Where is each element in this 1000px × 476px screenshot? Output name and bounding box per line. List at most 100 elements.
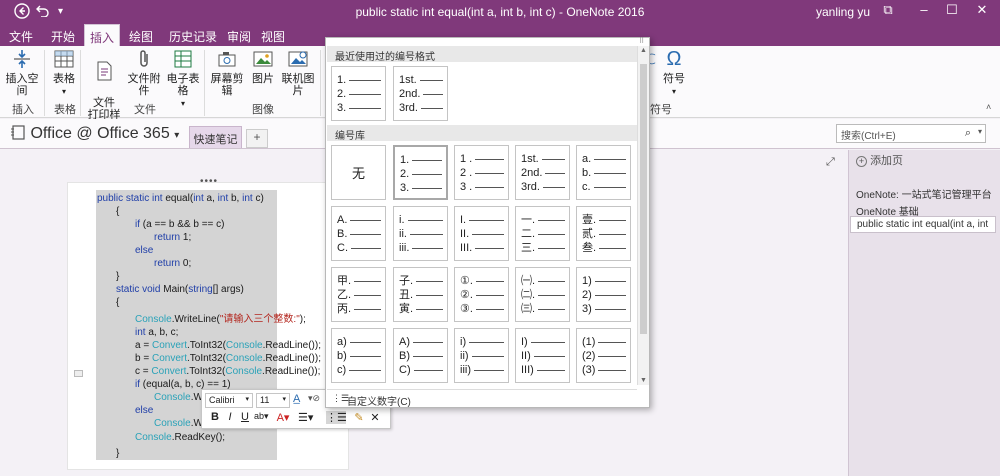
user-name[interactable]: yanling yu <box>816 5 870 19</box>
code-token: int <box>242 193 253 204</box>
code-line[interactable]: b = Convert.ToInt32(Console.ReadLine()); <box>135 352 321 365</box>
tab-home[interactable]: 开始 <box>46 24 80 46</box>
maximize-icon[interactable]: ☐ <box>940 2 964 18</box>
add-page-button[interactable]: + 添加页 <box>856 152 903 168</box>
clear-format-icon[interactable]: ▾⊘ <box>308 393 320 404</box>
section-tab-quick-notes[interactable]: 快速笔记 <box>189 126 242 148</box>
notebook-selector[interactable]: Office @ Office 365 ▾ <box>10 124 179 143</box>
font-size-select[interactable]: 11 ▾ <box>256 393 290 408</box>
code-line[interactable]: static void Main(string[] args) <box>116 283 244 296</box>
numbering-format-option[interactable]: A) B) C) <box>393 328 448 383</box>
numbering-format-option[interactable]: (1) (2) (3) <box>576 328 631 383</box>
numbering-format-option[interactable]: a) b) c) <box>331 328 386 383</box>
custom-numbering-option[interactable]: ⋮☰ 自定义数字(C) <box>327 389 637 408</box>
expand-page-icon[interactable]: ⤢ <box>826 156 835 169</box>
underline-button[interactable]: U <box>238 411 252 423</box>
numbering-format-option[interactable]: a. b. c. <box>576 145 631 200</box>
code-token: c = <box>135 366 152 377</box>
close-icon[interactable]: ✕ <box>970 2 994 18</box>
font-color-style-icon[interactable]: A̲ <box>293 393 300 405</box>
number-label: A) <box>399 336 410 348</box>
ribbon-display-icon[interactable]: ⧉ <box>876 2 900 18</box>
add-section-button[interactable]: + <box>246 129 268 148</box>
file-attachment-button[interactable]: 文件附件 <box>125 48 163 97</box>
code-line[interactable]: int a, b, c; <box>135 326 178 339</box>
bold-button[interactable]: B <box>208 411 222 423</box>
code-line[interactable]: public static int equal(int a, int b, in… <box>97 192 264 205</box>
camera-icon <box>218 52 236 67</box>
collapse-ribbon-icon[interactable]: ˄ <box>986 102 991 112</box>
highlight-icon[interactable]: ab▾ <box>254 411 269 422</box>
line-placeholder <box>409 233 443 235</box>
italic-button[interactable]: I <box>223 411 237 423</box>
search-icon[interactable]: ⌕ <box>965 127 971 140</box>
tab-view[interactable]: 视图 <box>256 24 290 46</box>
gallery-scrollbar[interactable]: ▲ ▼ <box>637 46 649 385</box>
numbering-row: C) <box>399 363 447 377</box>
numbering-format-option[interactable]: A. B. C. <box>331 206 386 261</box>
code-line[interactable]: if (a == b && b == c) <box>135 218 225 231</box>
container-handle-icon[interactable]: •••• <box>200 176 218 187</box>
gallery-resize-icon[interactable]: ⠿ <box>639 37 644 45</box>
minimize-icon[interactable]: – <box>912 2 936 17</box>
tab-file[interactable]: 文件 <box>6 24 36 46</box>
spreadsheet-button[interactable]: 电子表格 ▾ <box>164 48 202 110</box>
numbering-format-option[interactable]: 一. 二. 三. <box>515 206 570 261</box>
search-scope-dropdown-icon[interactable]: ▾ <box>978 127 982 136</box>
scroll-down-icon[interactable]: ▼ <box>640 377 647 384</box>
numbering-format-option[interactable]: I. II. III. <box>454 206 509 261</box>
picture-button[interactable]: 图片 <box>250 48 276 85</box>
tab-draw[interactable]: 绘图 <box>124 24 158 46</box>
numbering-format-option[interactable]: i. ii. iii. <box>393 206 448 261</box>
number-label: III. <box>460 242 473 254</box>
code-line[interactable]: { <box>116 205 119 218</box>
page-item[interactable]: OneNote: 一站式笔记管理平台 <box>856 186 992 201</box>
bullets-icon[interactable]: ☰▾ <box>298 411 313 424</box>
number-label: a. <box>582 153 592 165</box>
numbering-format-option[interactable]: ①. ②. ③. <box>454 267 509 322</box>
delete-icon[interactable]: ✕ <box>368 411 382 424</box>
tab-insert[interactable]: 插入 <box>84 24 120 46</box>
numbering-format-option[interactable]: 甲. 乙. 丙. <box>331 267 386 322</box>
table-button[interactable]: 表格 ▾ <box>50 48 78 98</box>
numbering-none-option[interactable]: 无 <box>331 145 386 200</box>
code-line[interactable]: Console.WriteLine("请输入三个整数:"); <box>135 313 306 326</box>
code-line[interactable]: else <box>135 244 153 257</box>
numbering-format-option[interactable]: 1. 2. 3. <box>393 145 448 200</box>
tab-history[interactable]: 历史记录 <box>164 24 222 46</box>
font-color-icon[interactable]: A▾ <box>276 411 290 424</box>
search-input[interactable]: 搜索(Ctrl+E) ⌕ ▾ <box>836 124 986 143</box>
scrollbar-thumb[interactable] <box>640 64 647 334</box>
code-line[interactable]: { <box>116 296 119 309</box>
numbering-format-option[interactable]: I) II) III) <box>515 328 570 383</box>
format-painter-icon[interactable]: ✎ <box>352 411 366 424</box>
font-select[interactable]: Calibri ▾ <box>205 393 253 408</box>
paragraph-handle-icon[interactable] <box>74 370 83 377</box>
online-picture-button[interactable]: 联机图片 <box>278 48 318 97</box>
numbering-icon[interactable]: ⋮☰ <box>326 411 347 424</box>
numbering-format-option[interactable]: 1 . 2 . 3 . <box>454 145 509 200</box>
numbering-format-option[interactable]: 1st. 2nd. 3rd. <box>515 145 570 200</box>
page-item-selected[interactable]: public static int equal(int a, int <box>850 216 996 233</box>
code-line[interactable]: } <box>116 447 119 460</box>
numbering-format-option[interactable]: 壹. 贰. 叁. <box>576 206 631 261</box>
code-line[interactable]: } <box>116 270 119 283</box>
tab-review[interactable]: 审阅 <box>222 24 256 46</box>
number-label: 乙. <box>337 289 352 301</box>
numbering-format-option[interactable]: 子. 丑. 寅. <box>393 267 448 322</box>
code-line[interactable]: return 0; <box>154 257 191 270</box>
screen-clipping-button[interactable]: 屏幕剪辑 <box>206 48 248 97</box>
code-line[interactable]: c = Convert.ToInt32(Console.ReadLine()); <box>135 365 320 378</box>
code-line[interactable]: Console.ReadKey(); <box>135 431 225 444</box>
numbering-format-option[interactable]: i) ii) iii) <box>454 328 509 383</box>
numbering-format-option[interactable]: 1. 2. 3. <box>331 66 386 121</box>
numbering-format-option[interactable]: 1st. 2nd. 3rd. <box>393 66 448 121</box>
numbering-format-option[interactable]: ㈠. ㈡. ㈢. <box>515 267 570 322</box>
code-line[interactable]: return 1; <box>154 231 191 244</box>
symbol-button[interactable]: Ω 符号 ▾ <box>658 48 690 98</box>
numbering-format-option[interactable]: 1) 2) 3) <box>576 267 631 322</box>
code-line[interactable]: else <box>135 404 153 417</box>
code-line[interactable]: a = Convert.ToInt32(Console.ReadLine()); <box>135 339 321 352</box>
scroll-up-icon[interactable]: ▲ <box>640 47 647 54</box>
insert-space-button[interactable]: 插入空间 <box>2 48 42 97</box>
